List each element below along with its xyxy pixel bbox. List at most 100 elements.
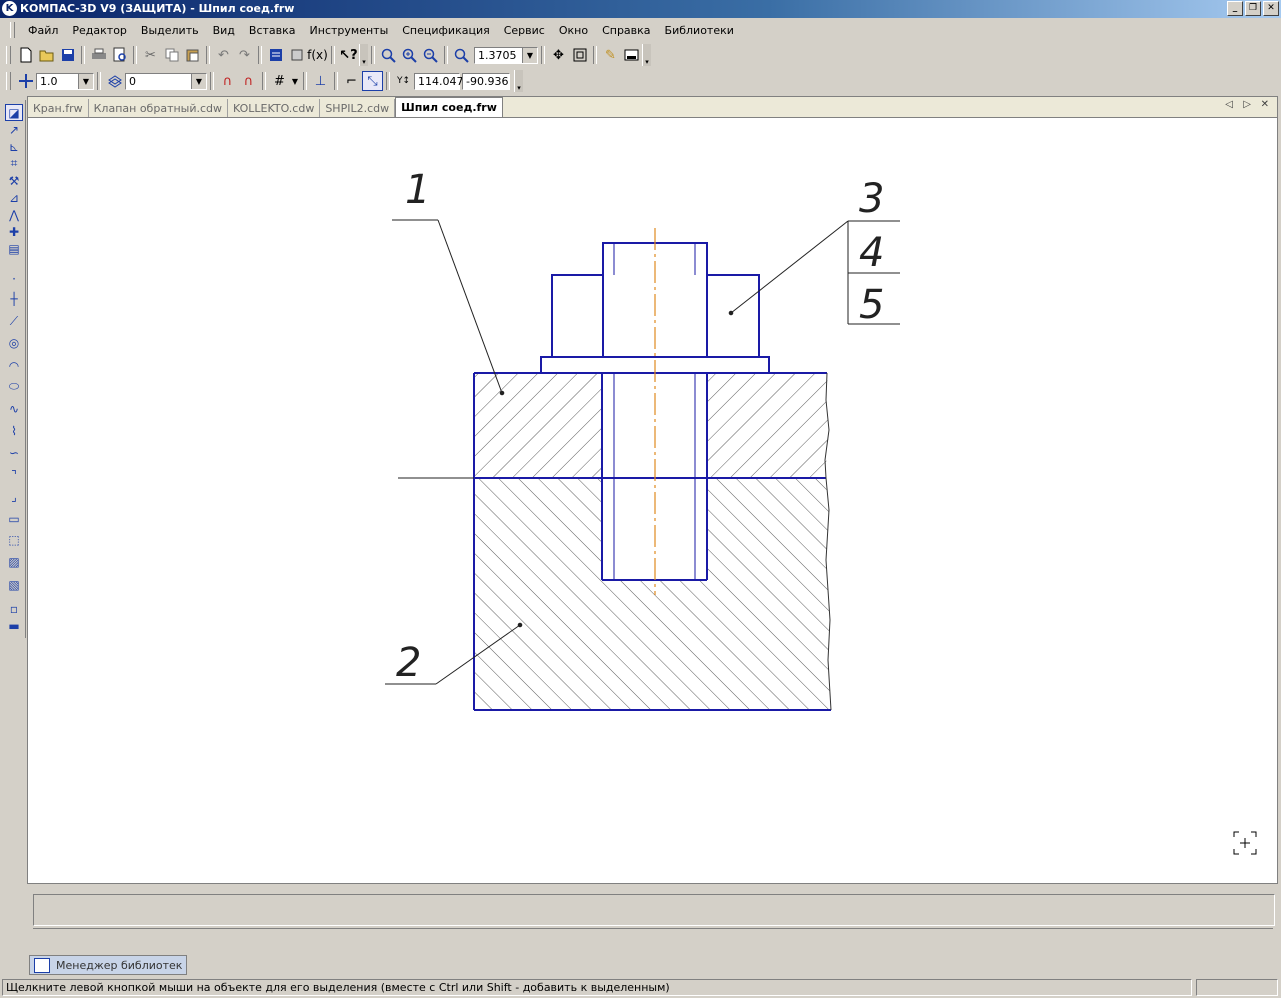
point-icon[interactable]: ·	[5, 270, 23, 287]
collection-icon[interactable]: ▫	[5, 600, 23, 617]
menu-help[interactable]: Справка	[595, 24, 657, 37]
property-panel	[29, 890, 1275, 950]
document-window: Кран.frw Клапан обратный.cdw KOLLEKTO.cd…	[27, 96, 1278, 884]
show-all-icon[interactable]	[569, 45, 590, 65]
menu-editor[interactable]: Редактор	[65, 24, 134, 37]
cursor-step-icon[interactable]	[15, 71, 36, 91]
restore-button[interactable]: ❐	[1245, 1, 1261, 16]
menu-insert[interactable]: Вставка	[242, 24, 303, 37]
bezier-icon[interactable]: ∽	[5, 444, 23, 461]
menu-tools[interactable]: Инструменты	[303, 24, 396, 37]
zoom-window-icon[interactable]	[378, 45, 399, 65]
hatch-icon[interactable]: ▨	[5, 553, 23, 570]
save-icon[interactable]	[57, 45, 78, 65]
tab-shpil-soed[interactable]: Шпил соед.frw	[395, 97, 503, 117]
menu-grip[interactable]	[10, 22, 15, 38]
help-pointer-icon[interactable]: ↖?	[338, 45, 359, 65]
redo-icon[interactable]: ↷	[234, 45, 255, 65]
tab-scroll-left-icon[interactable]: ◁	[1225, 99, 1233, 110]
ellipse-icon[interactable]: ⬭	[5, 378, 23, 395]
library-manager-tab[interactable]: Менеджер библиотек	[29, 955, 187, 975]
tab-klapan[interactable]: Клапан обратный.cdw	[89, 99, 229, 117]
eraser-icon[interactable]: ▬	[5, 617, 23, 634]
coord-x-field[interactable]: 114.047	[414, 72, 464, 90]
new-document-icon[interactable]	[15, 45, 36, 65]
undo-icon[interactable]: ↶	[213, 45, 234, 65]
spec-tool-icon[interactable]: ✚	[5, 223, 23, 240]
zoom-scale-icon[interactable]	[451, 45, 472, 65]
status-bar: Щелкните левой кнопкой мыши на объекте д…	[0, 977, 1281, 998]
close-button[interactable]: ✕	[1263, 1, 1279, 16]
reports-tool-icon[interactable]: ▤	[5, 240, 23, 257]
editing-tool-icon[interactable]: ⌗	[5, 155, 23, 172]
polygon-icon[interactable]: ⬚	[5, 531, 23, 548]
crosshair-cursor-icon	[1233, 831, 1257, 855]
chevron-down-icon[interactable]: ▼	[191, 73, 206, 89]
tab-scroll-right-icon[interactable]: ▷	[1243, 99, 1251, 110]
dimensions-tool-icon[interactable]: ↗	[5, 121, 23, 138]
snap-magnet-icon[interactable]: ∩	[217, 71, 238, 91]
standard-toolbar: ✂ ↶ ↷ f(x) ↖? ▾ 1.3705 ▼ ✥ ✎ ▾	[0, 43, 1281, 67]
tab-kollekto[interactable]: KOLLEKTO.cdw	[228, 99, 321, 117]
coordinate-system-icon[interactable]: ⊥	[310, 71, 331, 91]
select-tool-icon[interactable]: ⋀	[5, 206, 23, 223]
tab-kran[interactable]: Кран.frw	[28, 99, 89, 117]
polyline-icon[interactable]: ⌇	[5, 422, 23, 439]
menu-file[interactable]: Файл	[21, 24, 65, 37]
chevron-down-icon[interactable]: ▼	[522, 47, 537, 63]
print-preview-icon[interactable]	[109, 45, 130, 65]
drawing-canvas[interactable]	[30, 119, 1275, 881]
menu-service[interactable]: Сервис	[497, 24, 552, 37]
open-folder-icon[interactable]	[36, 45, 57, 65]
measure-tool-icon[interactable]: ⊿	[5, 189, 23, 206]
ortho-mode-icon[interactable]: ⌐	[341, 71, 362, 91]
toolbar-grip[interactable]	[6, 72, 11, 90]
grid-icon[interactable]: #	[269, 71, 290, 91]
cut-icon[interactable]: ✂	[140, 45, 161, 65]
coord-y-field[interactable]: -90.936	[462, 72, 510, 90]
display-icon[interactable]	[621, 45, 642, 65]
copy-icon[interactable]	[161, 45, 182, 65]
pan-icon[interactable]: ✥	[548, 45, 569, 65]
circle-icon[interactable]: ◎	[5, 334, 23, 351]
auxiliary-line-icon[interactable]: ┼	[5, 290, 23, 307]
step-value: 1.0	[40, 74, 58, 88]
library-icon	[34, 957, 50, 973]
chamfer-icon[interactable]: ⌝	[5, 466, 23, 483]
tab-close-icon[interactable]: ✕	[1261, 99, 1269, 110]
local-snap-icon[interactable]: ∩	[238, 71, 259, 91]
minimize-button[interactable]: _	[1227, 1, 1243, 16]
parametrization-tool-icon[interactable]: ⚒	[5, 172, 23, 189]
menu-window[interactable]: Окно	[552, 24, 595, 37]
print-icon[interactable]	[88, 45, 109, 65]
zoom-in-icon[interactable]	[399, 45, 420, 65]
function-icon[interactable]: f(x)	[307, 45, 328, 65]
refresh-image-icon[interactable]: ✎	[600, 45, 621, 65]
zoom-out-icon[interactable]	[420, 45, 441, 65]
toolbar-grip[interactable]	[6, 46, 11, 64]
tab-shpil2[interactable]: SHPIL2.cdw	[320, 99, 396, 117]
menu-specification[interactable]: Спецификация	[395, 24, 496, 37]
spline-icon[interactable]: ∿	[5, 400, 23, 417]
step-combo[interactable]: 1.0 ▼	[36, 72, 94, 90]
segment-icon[interactable]: ⟋	[5, 313, 23, 330]
layers-icon[interactable]	[104, 71, 125, 91]
menu-select[interactable]: Выделить	[134, 24, 206, 37]
rectangle-icon[interactable]: ▭	[5, 510, 23, 527]
layer-combo[interactable]: 0 ▼	[125, 72, 207, 90]
arc-icon[interactable]: ◠	[5, 357, 23, 374]
round-icon[interactable]: ⤡	[362, 71, 383, 91]
menu-libraries[interactable]: Библиотеки	[658, 24, 741, 37]
symbols-tool-icon[interactable]: ⊾	[5, 138, 23, 155]
geometry-tool-icon[interactable]: ◪	[5, 104, 23, 121]
document-manager-icon[interactable]	[265, 45, 286, 65]
zoom-combo[interactable]: 1.3705 ▼	[474, 46, 538, 64]
variables-icon[interactable]	[286, 45, 307, 65]
paste-icon[interactable]	[182, 45, 203, 65]
fill-icon[interactable]: ▧	[5, 576, 23, 593]
menu-view[interactable]: Вид	[206, 24, 242, 37]
chevron-down-icon[interactable]: ▼	[290, 71, 300, 91]
chevron-down-icon[interactable]: ▼	[78, 73, 93, 89]
fillet-icon[interactable]: ⌟	[5, 488, 23, 505]
property-field[interactable]	[33, 894, 1275, 926]
